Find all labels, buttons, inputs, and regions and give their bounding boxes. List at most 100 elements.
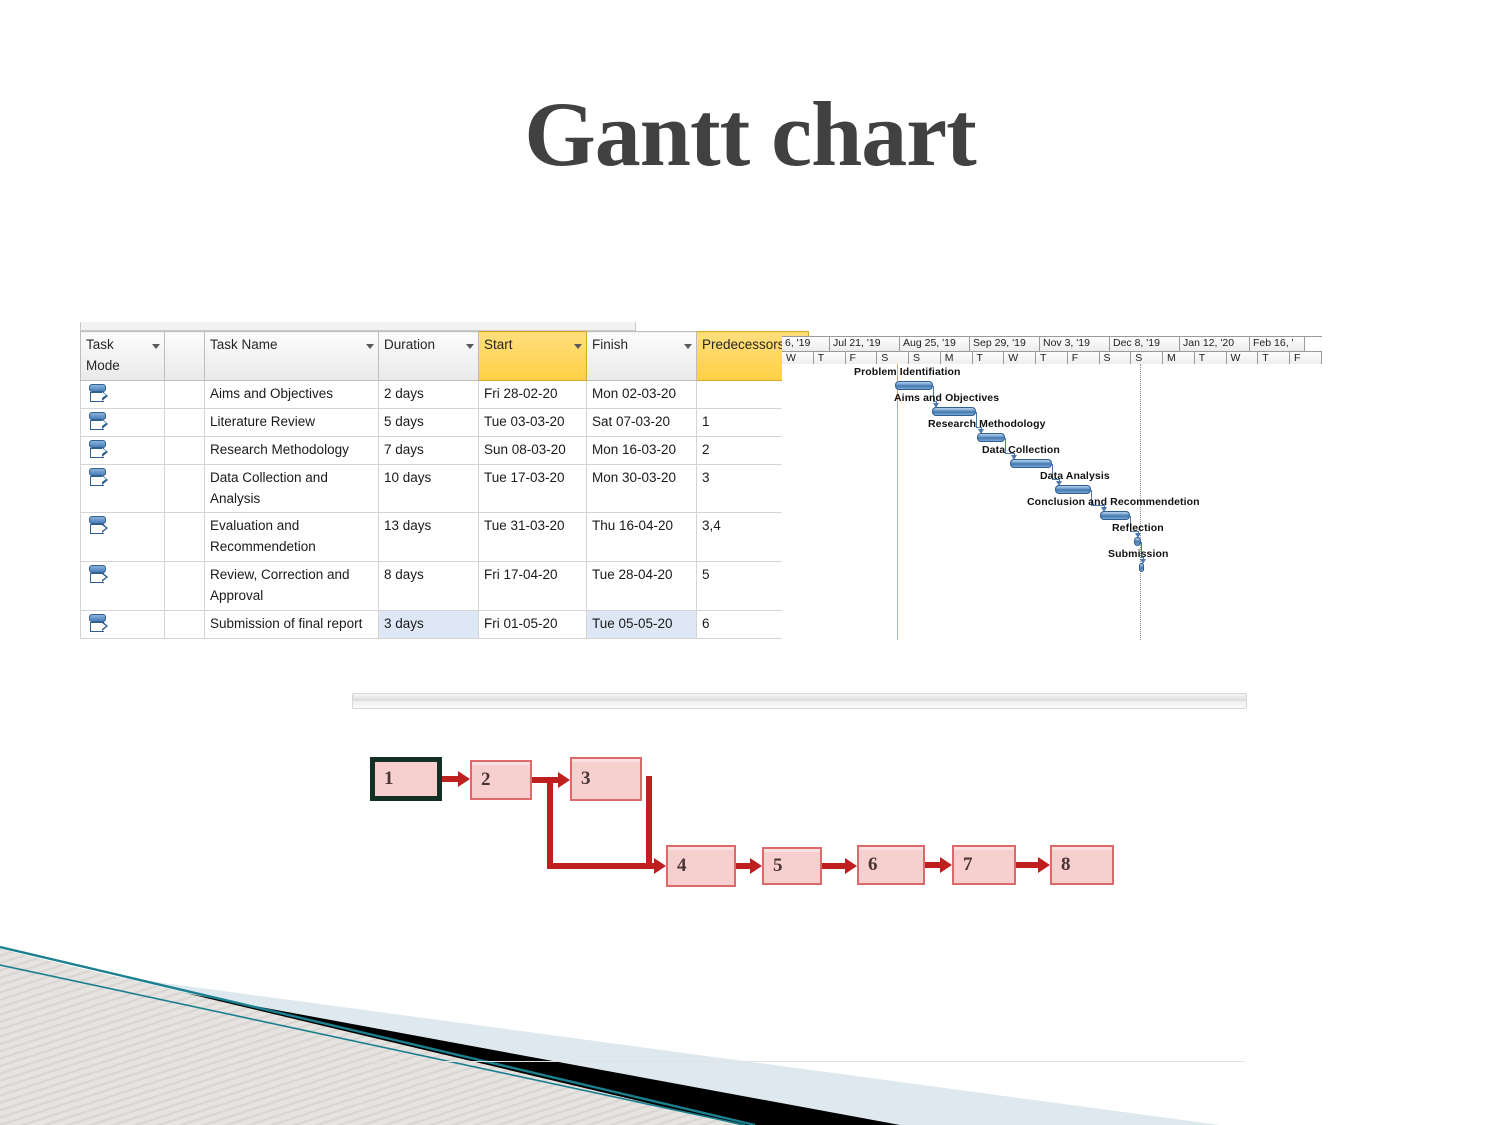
- cell-finish[interactable]: Mon 30-03-20: [586, 463, 697, 514]
- cell-finish[interactable]: Tue 05-05-20: [586, 610, 697, 640]
- cell-finish[interactable]: Thu 16-04-20: [586, 512, 697, 563]
- column-header-task-name[interactable]: Task Name: [204, 331, 379, 381]
- network-node[interactable]: 7: [952, 845, 1016, 885]
- network-diagram-panel[interactable]: 123 45678: [352, 690, 1248, 890]
- table-row[interactable]: Data Collection and Analysis 10 days Tue 1…: [80, 463, 809, 514]
- timescale-month-cell: 6, '19: [782, 337, 830, 351]
- gantt-task-label: Conclusion and Recommendetion: [1027, 496, 1200, 508]
- task-grid[interactable]: Task Mode Task Name Duration Start Finis…: [80, 331, 809, 640]
- auto-schedule-icon[interactable]: [88, 439, 110, 460]
- gantt-task-bar[interactable]: [895, 381, 933, 390]
- gantt-task-label: Reflection: [1112, 522, 1164, 534]
- cell-finish[interactable]: Mon 02-03-20: [586, 379, 697, 409]
- cell-duration[interactable]: 8 days: [378, 561, 479, 612]
- cell-indicator[interactable]: [164, 610, 205, 640]
- cell-task-name[interactable]: Submission of final report: [204, 610, 379, 640]
- cell-start[interactable]: Tue 03-03-20: [478, 407, 587, 437]
- gantt-task-bar[interactable]: [1134, 537, 1141, 546]
- project-task-table[interactable]: Task Mode Task Name Duration Start Finis…: [80, 322, 809, 640]
- gantt-task-bar[interactable]: [932, 407, 976, 416]
- cell-duration[interactable]: 3 days: [378, 610, 479, 640]
- column-header-indicator[interactable]: [164, 331, 205, 381]
- cell-task-name[interactable]: Review, Correction and Approval: [204, 561, 379, 612]
- chevron-down-icon[interactable]: [466, 344, 474, 349]
- cell-task-mode[interactable]: [80, 435, 165, 465]
- cell-indicator[interactable]: [164, 561, 205, 612]
- column-header-finish[interactable]: Finish: [586, 331, 697, 381]
- cell-start[interactable]: Tue 31-03-20: [478, 512, 587, 563]
- gantt-timescale-header: 6, '19 Jul 21, '19 Aug 25, '19 Sep 29, '19 N…: [782, 336, 1322, 367]
- chevron-down-icon[interactable]: [366, 344, 374, 349]
- cell-duration[interactable]: 5 days: [378, 407, 479, 437]
- chevron-down-icon[interactable]: [684, 344, 692, 349]
- cell-task-mode[interactable]: [80, 610, 165, 640]
- cell-indicator[interactable]: [164, 512, 205, 563]
- cell-task-mode[interactable]: [80, 512, 165, 563]
- table-row[interactable]: Literature Review 5 days Tue 03-03-20 Sat 0…: [80, 407, 809, 437]
- cell-duration[interactable]: 10 days: [378, 463, 479, 514]
- table-row[interactable]: Evaluation and Recommendetion 13 days Tue …: [80, 512, 809, 563]
- cell-task-name[interactable]: Data Collection and Analysis: [204, 463, 379, 514]
- table-row[interactable]: Submission of final report 3 days Fri 01-0…: [80, 610, 809, 640]
- auto-schedule-icon[interactable]: [88, 411, 110, 432]
- gantt-task-bar[interactable]: [1010, 459, 1052, 468]
- table-row[interactable]: Review, Correction and Approval 8 days Fri…: [80, 561, 809, 612]
- cell-start[interactable]: Fri 17-04-20: [478, 561, 587, 612]
- network-node[interactable]: 4: [666, 845, 736, 887]
- table-row[interactable]: Aims and Objectives 2 days Fri 28-02-20 Mon…: [80, 379, 809, 409]
- gantt-task-bar[interactable]: [1100, 511, 1130, 520]
- horizontal-scrollbar[interactable]: [352, 693, 1247, 709]
- chevron-down-icon[interactable]: [574, 344, 582, 349]
- cell-task-name[interactable]: Aims and Objectives: [204, 379, 379, 409]
- deco-black-band: [0, 949, 900, 1125]
- table-row[interactable]: Research Methodology 7 days Sun 08-03-20 Mo…: [80, 435, 809, 465]
- cell-start[interactable]: Sun 08-03-20: [478, 435, 587, 465]
- network-node[interactable]: 3: [570, 757, 642, 801]
- network-node[interactable]: 1: [370, 757, 442, 801]
- network-node[interactable]: 5: [762, 847, 822, 885]
- cell-indicator[interactable]: [164, 379, 205, 409]
- column-header-start[interactable]: Start: [478, 331, 587, 381]
- gantt-task-bar[interactable]: [1139, 563, 1144, 572]
- auto-schedule-icon[interactable]: [88, 565, 110, 585]
- cell-duration[interactable]: 2 days: [378, 379, 479, 409]
- cell-task-mode[interactable]: [80, 379, 165, 409]
- auto-schedule-icon[interactable]: [88, 516, 110, 536]
- cell-start[interactable]: Fri 01-05-20: [478, 610, 587, 640]
- cell-start[interactable]: Tue 17-03-20: [478, 463, 587, 514]
- network-connector: [547, 777, 553, 863]
- cell-finish[interactable]: Mon 16-03-20: [586, 435, 697, 465]
- auto-schedule-icon[interactable]: [88, 383, 110, 404]
- gantt-task-bar[interactable]: [977, 433, 1005, 442]
- network-node[interactable]: 2: [470, 760, 532, 800]
- column-header-duration[interactable]: Duration: [378, 331, 479, 381]
- cell-duration[interactable]: 13 days: [378, 512, 479, 563]
- cell-indicator[interactable]: [164, 407, 205, 437]
- cell-finish[interactable]: Sat 07-03-20: [586, 407, 697, 437]
- gantt-bars-area[interactable]: Problem Identifiation Aims and Objectives…: [782, 364, 1322, 640]
- cell-task-name[interactable]: Literature Review: [204, 407, 379, 437]
- task-grid-body[interactable]: Aims and Objectives 2 days Fri 28-02-20 Mon…: [80, 379, 809, 640]
- network-node[interactable]: 8: [1050, 845, 1114, 885]
- network-canvas[interactable]: 123 45678: [352, 710, 1248, 890]
- auto-schedule-icon[interactable]: [88, 614, 110, 634]
- deco-hatched-band: [0, 949, 740, 1125]
- cell-duration[interactable]: 7 days: [378, 435, 479, 465]
- cell-task-name[interactable]: Evaluation and Recommendetion: [204, 512, 379, 563]
- cell-indicator[interactable]: [164, 463, 205, 514]
- cell-start[interactable]: Fri 28-02-20: [478, 379, 587, 409]
- cell-finish[interactable]: Tue 28-04-20: [586, 561, 697, 612]
- column-header-task-mode[interactable]: Task Mode: [80, 331, 165, 381]
- column-label-finish: Finish: [592, 337, 629, 352]
- cell-task-name[interactable]: Research Methodology: [204, 435, 379, 465]
- timescale-month-cell: Feb 16, ': [1250, 337, 1305, 351]
- cell-task-mode[interactable]: [80, 561, 165, 612]
- gantt-chart-panel[interactable]: 6, '19 Jul 21, '19 Aug 25, '19 Sep 29, '19 N…: [782, 336, 1322, 644]
- cell-indicator[interactable]: [164, 435, 205, 465]
- cell-task-mode[interactable]: [80, 463, 165, 514]
- chevron-down-icon[interactable]: [152, 344, 160, 349]
- network-node[interactable]: 6: [857, 845, 925, 885]
- auto-schedule-icon[interactable]: [88, 467, 110, 488]
- gantt-task-bar[interactable]: [1055, 485, 1091, 494]
- cell-task-mode[interactable]: [80, 407, 165, 437]
